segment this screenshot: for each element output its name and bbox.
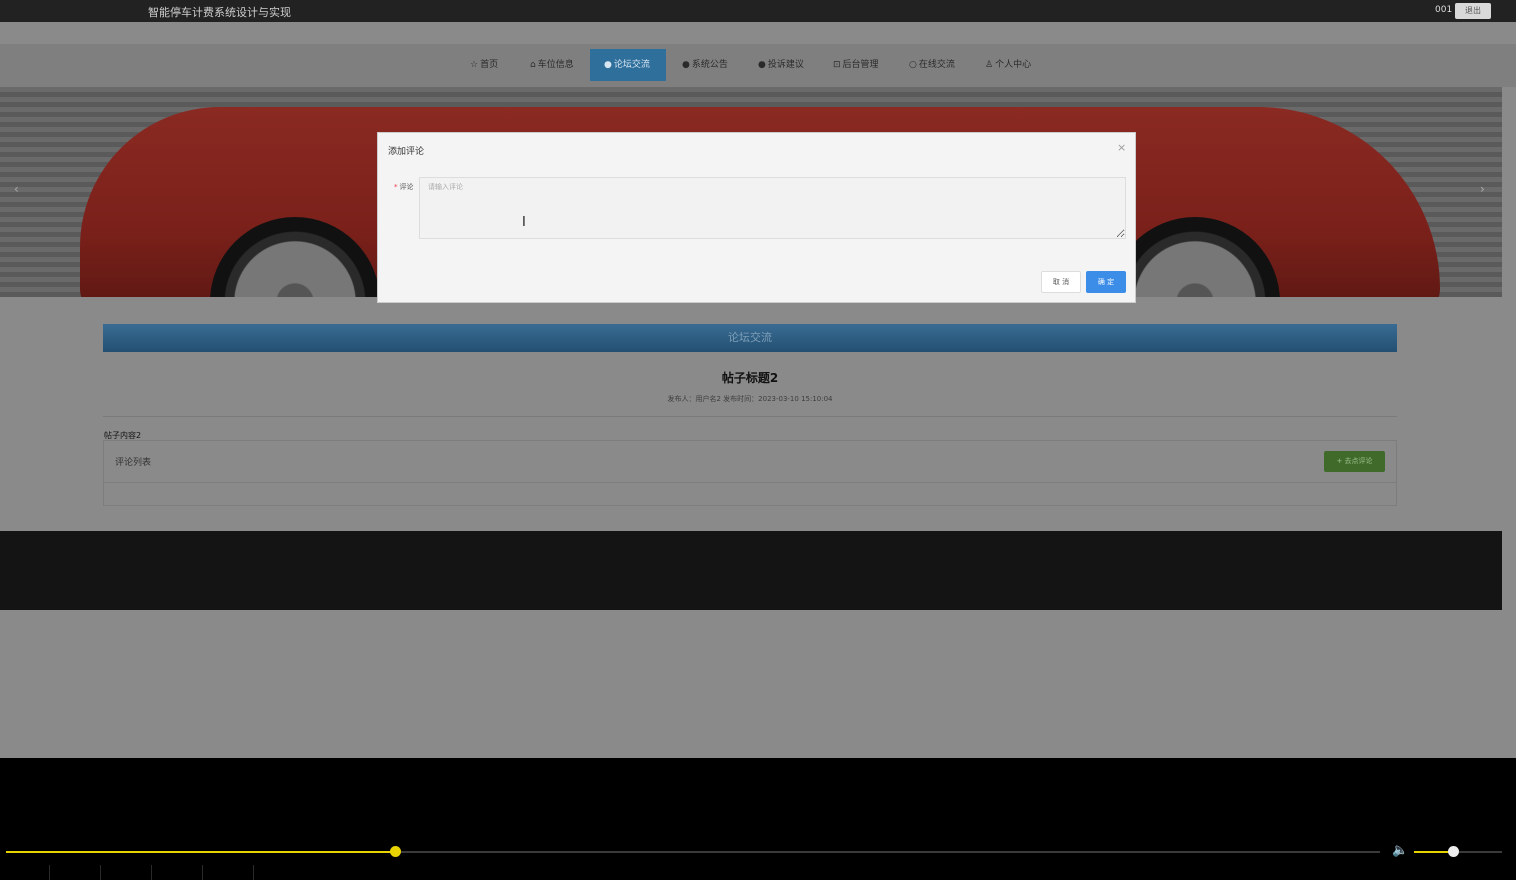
seek-bar-fill [6,851,395,853]
comments-header [104,441,1396,483]
nav-label: 车位信息 [537,60,574,70]
star-icon: ☆ [470,60,479,70]
add-comment-button[interactable]: + 去点评论 [1324,451,1385,472]
nav-label: 首页 [480,60,499,70]
comments-panel: 评论列表 + 去点评论 [103,440,1397,506]
post-title: 帖子标题2 [721,371,779,385]
nav-label: 系统公告 [691,60,728,70]
nav-item-announcements[interactable]: ● 系统公告 [682,49,728,81]
home-icon: ⌂ [530,60,536,70]
comment-field-label: * 评论 [394,182,414,192]
nav-label: 在线交流 [918,60,955,70]
text-cursor-icon: I [522,215,526,230]
username: 001 [1435,5,1453,15]
volume-fill [1414,851,1453,853]
logout-button[interactable]: 退出 [1455,3,1491,19]
confirm-button[interactable]: 确 定 [1086,271,1126,293]
section-heading: 论坛交流 [103,324,1397,352]
nav-label: 投诉建议 [767,60,804,70]
comments-label: 评论列表 [115,458,152,468]
divider [103,416,1397,417]
speaker-icon[interactable]: 🔈 [1392,843,1408,858]
field-label-text: 评论 [399,183,414,191]
nav-item-online-chat[interactable]: ○ 在线交流 [909,49,955,81]
taskbar-cell [152,865,203,880]
nav-item-complaints[interactable]: ● 投诉建议 [758,49,804,81]
close-icon[interactable]: × [1117,141,1126,154]
taskbar-cell [101,865,152,880]
main-nav: ☆ 首页 ⌂ 车位信息 ● 论坛交流 ● 系统公告 ● 投诉建议 ⊡ 后台管理 ○ 在线交流 … [0,44,1516,87]
taskbar-strip [0,865,1516,880]
admin-icon: ⊡ [833,60,841,70]
nav-item-parking-spaces[interactable]: ⌂ 车位信息 [530,49,574,81]
carousel-prev-icon[interactable]: ‹ [14,182,19,196]
complaint-icon: ● [758,60,766,70]
site-header: 智能停车计费系统设计与实现 001 退出 [0,0,1516,22]
dialog-title: 添加评论 [388,147,425,157]
required-mark: * [394,183,398,191]
post-meta: 发布人：用户名2 发布时间：2023-03-10 15:10:04 [667,395,833,403]
carousel-next-icon[interactable]: › [1480,182,1485,196]
volume-handle[interactable] [1447,846,1459,857]
forum-icon: ● [604,60,612,70]
page-footer [0,531,1502,610]
announcement-icon: ● [682,60,690,70]
user-icon: ♙ [985,60,994,70]
nav-item-admin[interactable]: ⊡ 后台管理 [833,49,879,81]
volume-slider[interactable] [1414,846,1502,857]
page-viewport: ☆ 首页 ⌂ 车位信息 ● 论坛交流 ● 系统公告 ● 投诉建议 ⊡ 后台管理 ○ 在线交流 … [0,22,1516,758]
seek-handle[interactable] [389,846,401,857]
nav-item-home[interactable]: ☆ 首页 [470,49,498,81]
nav-label: 后台管理 [842,60,879,70]
nav-label: 个人中心 [995,60,1032,70]
seek-bar[interactable] [6,846,1380,857]
add-comment-dialog: 添加评论 × *评论 I 取 消 确 定 [377,132,1136,303]
nav-item-forum[interactable]: ● 论坛交流 [590,49,666,81]
nav-item-profile[interactable]: ♙ 个人中心 [985,49,1031,81]
taskbar-cell [0,865,50,880]
site-title: 智能停车计费系统设计与实现 [148,6,291,19]
taskbar-cell [50,865,101,880]
nav-label: 论坛交流 [613,60,650,70]
taskbar-cell [203,865,254,880]
chat-icon: ○ [909,60,917,70]
cancel-button[interactable]: 取 消 [1041,271,1081,293]
